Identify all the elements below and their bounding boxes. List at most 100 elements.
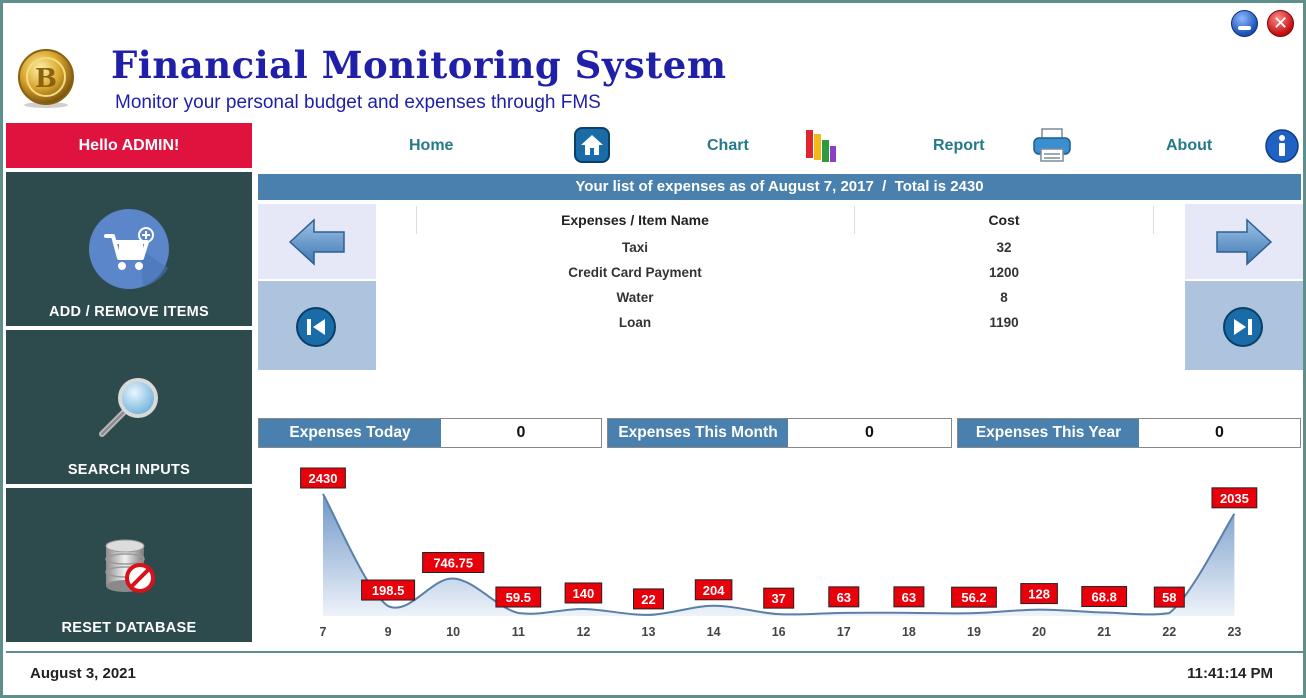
summary-label: Expenses This Month (608, 419, 788, 447)
chart-x-tick: 11 (512, 625, 525, 639)
sidebar-item-search[interactable]: SEARCH INPUTS (6, 328, 252, 484)
chart-data-label: 59.5 (495, 586, 542, 608)
table-cell-item: Taxi (621, 240, 648, 255)
svg-text:140: 140 (573, 586, 595, 601)
info-icon[interactable] (1265, 129, 1299, 163)
expense-area-chart: 2430 198.5 746.75 59.5 140 22 204 37 63 63 56.2 128… (300, 467, 1258, 639)
skip-last-icon (1223, 307, 1263, 347)
last-button[interactable] (1185, 281, 1303, 370)
svg-text:204: 204 (703, 583, 725, 598)
chart-data-label: 37 (763, 587, 795, 609)
chart-x-tick: 17 (837, 625, 851, 639)
chart-data-label: 2430 (300, 467, 346, 489)
bitcoin-logo-icon: B (18, 49, 74, 108)
summary-label: Expenses Today (259, 419, 441, 447)
chart-x-tick: 16 (772, 625, 786, 639)
skip-first-icon (296, 307, 336, 347)
chart-x-tick: 22 (1162, 625, 1176, 639)
chart-x-tick: 20 (1032, 625, 1046, 639)
table-cell-cost: 1190 (989, 315, 1019, 330)
summary-value: 0 (516, 424, 526, 441)
chart-data-label: 746.75 (422, 552, 485, 574)
svg-text:2035: 2035 (1220, 491, 1249, 506)
chart-x-tick: 14 (707, 625, 721, 639)
svg-text:746.75: 746.75 (433, 556, 473, 571)
cart-add-icon (89, 209, 169, 289)
chart-data-label: 63 (893, 586, 925, 608)
magnifier-icon (99, 378, 158, 437)
app-title: Financial Monitoring System (111, 43, 727, 87)
summary-label: Expenses This Year (958, 419, 1139, 447)
svg-text:128: 128 (1028, 587, 1050, 602)
sidebar-item-label: ADD / REMOVE ITEMS (48, 304, 210, 320)
status-time: 11:41:14 PM (1187, 665, 1273, 682)
summary-value: 0 (1215, 424, 1224, 441)
printer-icon[interactable] (1032, 127, 1072, 163)
chart-x-tick: 23 (1227, 625, 1241, 639)
column-divider (1153, 206, 1154, 234)
svg-text:56.2: 56.2 (961, 590, 986, 605)
expense-list-header: Your list of expenses as of August 7, 20… (258, 174, 1301, 200)
greeting-banner: Hello ADMIN! (6, 123, 252, 168)
nav-home[interactable]: Home (409, 137, 453, 155)
chart-x-tick: 18 (902, 625, 916, 639)
summary-value: 0 (865, 424, 874, 441)
chart-data-label: 198.5 (361, 579, 416, 601)
chart-x-tick: 7 (320, 625, 327, 639)
home-icon[interactable] (574, 127, 610, 163)
chart-x-tick: 9 (385, 625, 392, 639)
chart-data-label: 68.8 (1081, 586, 1128, 608)
chart-data-label: 58 (1153, 586, 1185, 608)
svg-text:B: B (35, 64, 57, 94)
column-header-cost: Cost (988, 212, 1020, 228)
chart-data-label: 63 (828, 586, 860, 608)
svg-text:59.5: 59.5 (506, 590, 531, 605)
next-button[interactable] (1185, 204, 1303, 279)
table-cell-cost: 32 (996, 240, 1012, 255)
sidebar-item-add-remove[interactable]: ADD / REMOVE ITEMS (6, 170, 252, 326)
chart-data-label: 128 (1020, 583, 1058, 605)
chart-x-tick: 10 (446, 625, 460, 639)
sidebar-item-label: SEARCH INPUTS (67, 462, 191, 478)
close-icon[interactable]: ✕ (1267, 10, 1294, 37)
table-cell-item: Credit Card Payment (568, 265, 702, 280)
prev-button[interactable] (258, 204, 376, 279)
chart-data-label: 140 (564, 582, 603, 604)
chart-x-tick: 13 (642, 625, 656, 639)
svg-text:58: 58 (1162, 590, 1176, 605)
svg-text:68.8: 68.8 (1092, 590, 1117, 605)
status-bar: August 3, 2021 11:41:14 PM (6, 651, 1303, 695)
bar-chart-icon[interactable] (803, 124, 839, 164)
summary-today: Expenses Today 0 (258, 418, 602, 448)
chart-data-label: 204 (694, 579, 733, 601)
nav-report[interactable]: Report (933, 137, 985, 155)
database-reset-icon (105, 539, 155, 593)
arrow-right-icon (1216, 218, 1273, 266)
table-cell-cost: 1200 (988, 265, 1020, 280)
summary-month: Expenses This Month 0 (607, 418, 952, 448)
sidebar-item-label: RESET DATABASE (61, 620, 197, 636)
minimize-icon[interactable] (1231, 10, 1258, 37)
summary-year: Expenses This Year 0 (957, 418, 1301, 448)
nav-about[interactable]: About (1166, 137, 1212, 155)
svg-text:2430: 2430 (309, 471, 338, 486)
chart-x-tick: 12 (576, 625, 590, 639)
chart-x-tick: 19 (967, 625, 981, 639)
chart-data-label: 22 (633, 588, 664, 610)
app-subtitle: Monitor your personal budget and expense… (115, 92, 601, 113)
table-cell-cost: 8 (1000, 290, 1008, 305)
svg-text:22: 22 (641, 592, 655, 607)
svg-text:63: 63 (837, 590, 851, 605)
arrow-left-icon (288, 218, 345, 266)
table-cell-item: Loan (618, 315, 652, 330)
first-button[interactable] (258, 281, 376, 370)
app-window: B Financial Monitoring System Monitor yo… (0, 0, 1306, 698)
svg-text:198.5: 198.5 (372, 583, 405, 598)
svg-text:37: 37 (771, 591, 785, 606)
sidebar-item-reset[interactable]: RESET DATABASE (6, 486, 252, 642)
svg-text:63: 63 (902, 590, 916, 605)
nav-chart[interactable]: Chart (707, 137, 749, 155)
table-cell-item: Water (616, 290, 654, 305)
status-date: August 3, 2021 (30, 665, 136, 682)
column-header-item: Expenses / Item Name (561, 212, 709, 228)
